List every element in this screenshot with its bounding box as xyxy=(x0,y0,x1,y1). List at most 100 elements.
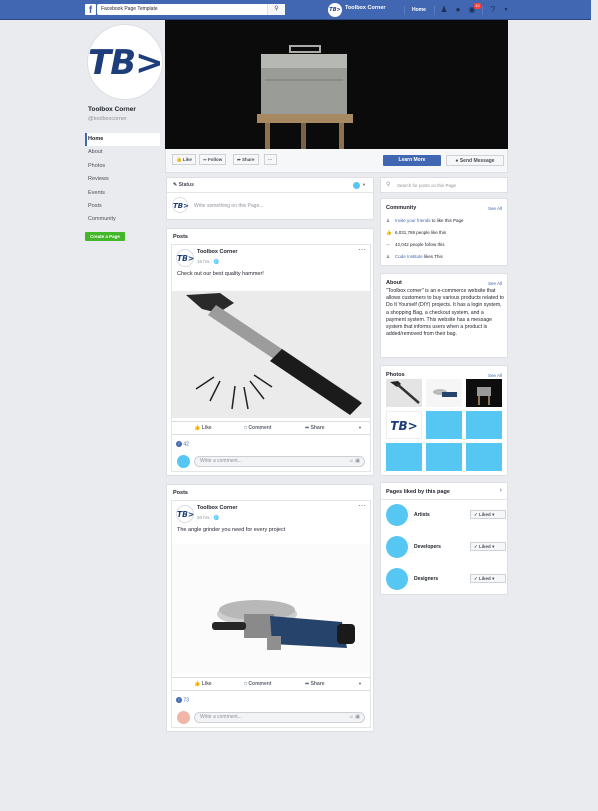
nav-item-about[interactable]: About xyxy=(85,146,160,159)
liked-button-label: Liked xyxy=(479,576,491,581)
toolbox-corner-logo: TB> xyxy=(88,43,164,83)
liked-page-avatar xyxy=(386,504,408,526)
post-author[interactable]: Toolbox Corner xyxy=(197,249,238,255)
like-button[interactable]: 👍 Like xyxy=(194,425,212,431)
post-author[interactable]: Toolbox Corner xyxy=(197,505,238,511)
create-page-button[interactable]: Create a Page xyxy=(85,232,125,241)
share-button[interactable]: ➦ Share xyxy=(305,681,325,687)
chevron-right-icon[interactable]: › xyxy=(500,487,502,494)
post-avatar[interactable]: TB> xyxy=(176,249,194,267)
liked-by-link[interactable]: Code Institute xyxy=(395,254,423,259)
angle-grinder-photo[interactable] xyxy=(172,544,370,674)
page-title[interactable]: Toolbox Corner xyxy=(88,106,136,113)
send-message-button[interactable]: ● Send Message xyxy=(446,155,504,166)
about-description: "Toolbox corner" is an e-commerce websit… xyxy=(386,288,504,338)
share-label: Share xyxy=(242,157,255,162)
search-input-value: Facebook Page Template xyxy=(101,6,158,12)
liked-page-name[interactable]: Designers xyxy=(414,576,438,582)
page-avatar[interactable]: TB> xyxy=(328,3,342,17)
photo-placeholder[interactable] xyxy=(466,411,502,439)
community-see-all-link[interactable]: See All xyxy=(488,206,502,211)
invite-friends-link[interactable]: Invite your friends xyxy=(395,218,431,223)
photos-see-all-link[interactable]: See All xyxy=(488,373,502,378)
nav-item-community[interactable]: Community xyxy=(85,213,160,226)
like-label: Like xyxy=(182,157,192,162)
reaction-count[interactable]: ✓ 73 xyxy=(176,697,189,703)
comment-input[interactable]: Write a comment... ☺ ▣ xyxy=(194,456,365,467)
nav-item-events[interactable]: Events xyxy=(85,187,160,200)
liked-page-item[interactable]: Designers ✓ Liked ▾ xyxy=(386,568,506,594)
help-icon[interactable]: ? xyxy=(488,5,498,15)
liked-page-item[interactable]: Artists ✓ Liked ▾ xyxy=(386,504,506,530)
photo-placeholder[interactable] xyxy=(466,443,502,471)
comment-input[interactable]: Write a comment... ☺ ▣ xyxy=(194,712,365,723)
liked-button[interactable]: ✓ Liked ▾ xyxy=(470,542,506,551)
chevron-down-icon[interactable]: ▼ xyxy=(358,425,362,430)
photo-thumbnail[interactable]: TB> xyxy=(386,411,422,439)
more-options-button[interactable]: ··· xyxy=(264,154,277,165)
liked-page-name[interactable]: Developers xyxy=(414,544,441,550)
divider xyxy=(167,192,373,193)
emoji-icon[interactable]: ☺ ▣ xyxy=(349,457,360,466)
follows-row: ∾ 42,042 people follow this xyxy=(386,242,445,248)
post-container: TB> Toolbox Corner 20 hrs · 🌐 ··· The an… xyxy=(171,500,371,728)
share-button[interactable]: ➦ Share xyxy=(305,425,325,431)
post-options-icon[interactable]: ··· xyxy=(358,245,366,254)
learn-more-button[interactable]: Learn More xyxy=(383,155,441,166)
page-handle[interactable]: @toolboxcorner xyxy=(88,116,127,122)
photo-placeholder[interactable] xyxy=(426,443,462,471)
photo-placeholder[interactable] xyxy=(386,443,422,471)
profile-picture[interactable]: TB> xyxy=(87,24,164,100)
status-tab[interactable]: ✎ Status xyxy=(173,182,194,188)
nav-item-reviews[interactable]: Reviews xyxy=(85,173,160,186)
liked-button[interactable]: ✓ Liked ▾ xyxy=(470,510,506,519)
home-link[interactable]: Home xyxy=(412,7,426,13)
reaction-count[interactable]: ✓ 42 xyxy=(176,441,189,447)
liked-pages-card: Pages liked by this page › Artists ✓ Lik… xyxy=(380,482,508,595)
liked-pages-title: Pages liked by this page xyxy=(386,489,450,495)
comment-button[interactable]: □ Comment xyxy=(244,681,271,687)
liked-button[interactable]: ✓ Liked ▾ xyxy=(470,574,506,583)
photo-thumbnail[interactable] xyxy=(386,379,422,407)
hammer-photo[interactable] xyxy=(172,291,370,418)
follow-button[interactable]: ∾ Follow xyxy=(199,154,227,165)
photo-placeholder[interactable] xyxy=(426,411,462,439)
divider xyxy=(434,6,435,15)
page-search-input[interactable]: ⚲ Search for posts on this Page xyxy=(380,177,508,193)
chevron-down-icon[interactable]: ▼ xyxy=(501,5,511,15)
photo-thumbnail[interactable] xyxy=(426,379,462,407)
like-label: Like xyxy=(201,425,212,431)
messenger-icon[interactable]: ● xyxy=(453,5,463,15)
nav-item-posts[interactable]: Posts xyxy=(85,200,160,213)
nav-item-photos[interactable]: Photos xyxy=(85,160,160,173)
like-button[interactable]: 👍 Like xyxy=(194,681,212,687)
post-avatar[interactable]: TB> xyxy=(176,505,194,523)
post-timestamp[interactable]: 20 hrs · 🌐 xyxy=(197,515,219,521)
top-page-name[interactable]: Toolbox Corner xyxy=(345,5,386,11)
chevron-down-icon[interactable]: ▼ xyxy=(358,681,362,686)
comment-button[interactable]: □ Comment xyxy=(244,425,271,431)
photo-thumbnail[interactable] xyxy=(466,379,502,407)
search-input[interactable]: Facebook Page Template ⚲ xyxy=(97,4,285,15)
liked-page-item[interactable]: Developers ✓ Liked ▾ xyxy=(386,536,506,562)
composer-avatar: TB> xyxy=(172,197,189,213)
status-input[interactable]: Write something on this Page... xyxy=(194,203,263,209)
search-icon[interactable]: ⚲ xyxy=(267,4,285,15)
cover-photo[interactable] xyxy=(165,20,508,149)
emoji-icon[interactable]: ☺ ▣ xyxy=(349,713,360,722)
friend-requests-icon[interactable]: ♟ xyxy=(439,5,449,15)
liked-page-name[interactable]: Artists xyxy=(414,512,430,518)
nav-item-home[interactable]: Home xyxy=(85,133,160,147)
share-page-button[interactable]: ➦ Share xyxy=(233,154,259,165)
invite-icon: ♟ xyxy=(386,218,391,223)
about-card: About See All "Toolbox corner" is an e-c… xyxy=(380,273,508,358)
about-see-all-link[interactable]: See All xyxy=(488,281,502,286)
left-navigation: Home About Photos Reviews Events Posts C… xyxy=(85,133,160,227)
liked-by-rest: likes This xyxy=(424,254,443,259)
facebook-logo-icon[interactable]: f xyxy=(85,4,96,16)
post-timestamp[interactable]: 16 hrs · 🌐 xyxy=(197,259,219,265)
chevron-down-icon[interactable]: ▼ xyxy=(362,182,366,187)
post-options-icon[interactable]: ··· xyxy=(358,501,366,510)
audience-icon[interactable] xyxy=(353,182,360,189)
like-page-button[interactable]: 👍 Like xyxy=(172,154,196,165)
